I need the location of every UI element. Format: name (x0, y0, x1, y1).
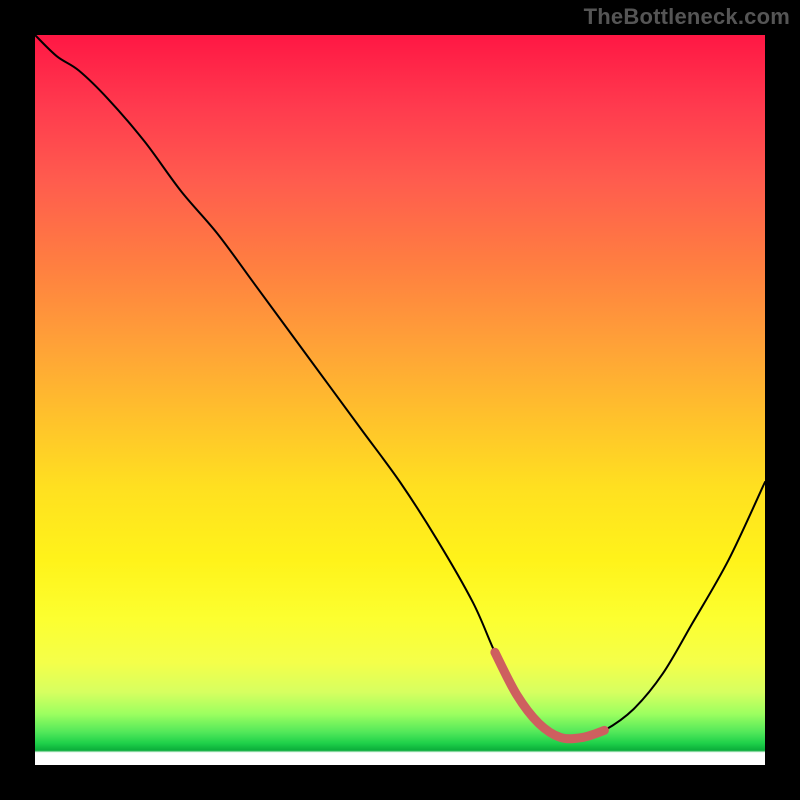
curve-svg (35, 35, 765, 765)
plot-area (35, 35, 765, 765)
bottleneck-curve (35, 35, 765, 739)
optimal-highlight (495, 652, 605, 739)
watermark-text: TheBottleneck.com (584, 4, 790, 30)
chart-root: TheBottleneck.com (0, 0, 800, 800)
